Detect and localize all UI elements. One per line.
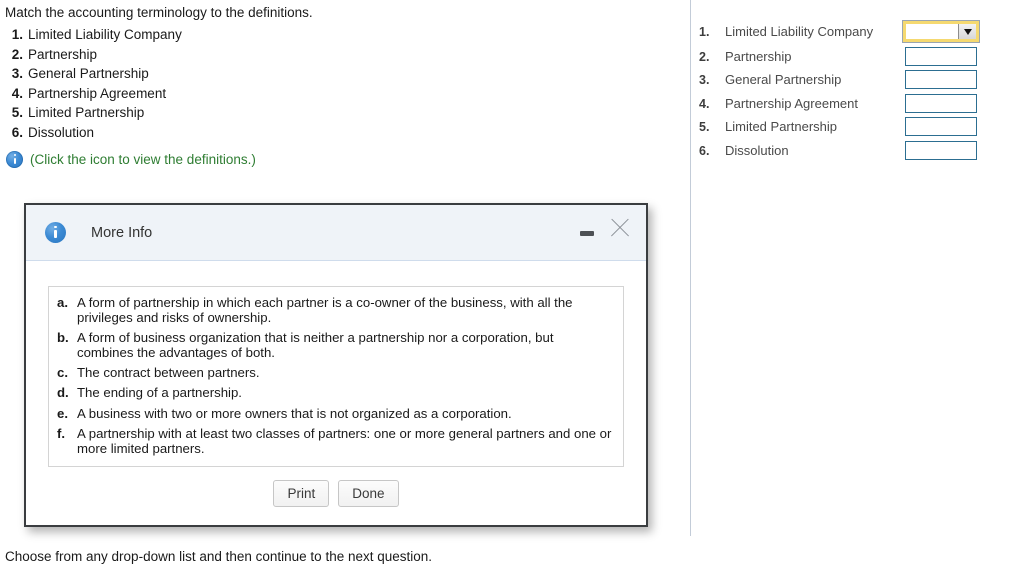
answer-number: 3. xyxy=(699,72,710,87)
definition-text: A business with two or more owners that … xyxy=(77,405,512,421)
chevron-down-icon[interactable] xyxy=(958,23,977,40)
answer-label: Partnership xyxy=(725,49,792,64)
info-icon[interactable] xyxy=(6,151,23,168)
term-label: Limited Partnership xyxy=(28,105,145,121)
info-icon xyxy=(45,222,66,243)
more-info-dialog: More Info a. A form of partnership in wh… xyxy=(24,203,648,527)
definition-text: The ending of a partnership. xyxy=(77,385,242,401)
definition-letter: b. xyxy=(57,330,69,346)
term-label: Dissolution xyxy=(28,124,95,140)
print-button[interactable]: Print xyxy=(273,480,330,507)
answer-panel: 1. Limited Liability Company 2. Partners… xyxy=(691,0,1024,561)
table-row: 2. Partnership xyxy=(691,45,1024,68)
term-number: 6. xyxy=(11,124,23,140)
definition-text: The contract between partners. xyxy=(77,365,260,381)
answer-dropdown-6[interactable] xyxy=(905,141,977,160)
list-item: f. A partnership with at least two class… xyxy=(57,426,613,457)
definition-text: A form of partnership in which each part… xyxy=(77,295,573,325)
answer-dropdown-2[interactable] xyxy=(905,47,977,66)
dialog-titlebar: More Info xyxy=(26,205,646,261)
table-row: 5. Limited Partnership xyxy=(691,115,1024,138)
list-item: b. A form of business organization that … xyxy=(57,330,613,361)
answer-label: Dissolution xyxy=(725,143,789,158)
term-number: 5. xyxy=(11,105,23,121)
definition-text: A partnership with at least two classes … xyxy=(77,426,612,456)
definitions-hint-label[interactable]: (Click the icon to view the definitions.… xyxy=(30,152,256,167)
table-row: 3. General Partnership xyxy=(691,68,1024,91)
answer-dropdown-5[interactable] xyxy=(905,117,977,136)
definition-letter: f. xyxy=(57,426,66,442)
definition-letter: a. xyxy=(57,295,68,310)
list-item: 5. Limited Partnership xyxy=(6,105,406,125)
minimize-icon[interactable] xyxy=(579,223,595,239)
answer-dropdown-3[interactable] xyxy=(905,70,977,89)
answer-number: 4. xyxy=(699,96,710,111)
definition-letter: e. xyxy=(57,405,68,421)
table-row: 1. Limited Liability Company xyxy=(691,20,1024,43)
list-item: e. A business with two or more owners th… xyxy=(57,405,613,422)
term-number: 1. xyxy=(11,27,23,42)
definition-letter: d. xyxy=(57,385,69,401)
list-item: c. The contract between partners. xyxy=(57,365,613,381)
answer-dropdown-1[interactable] xyxy=(902,20,980,43)
term-number: 3. xyxy=(11,66,23,82)
answer-label: Limited Liability Company xyxy=(725,24,874,39)
definitions-hint[interactable]: (Click the icon to view the definitions.… xyxy=(6,150,256,169)
question-prompt: Match the accounting terminology to the … xyxy=(5,5,313,20)
term-label: Partnership xyxy=(28,46,98,62)
term-label: General Partnership xyxy=(28,66,149,82)
answer-number: 6. xyxy=(699,143,710,158)
list-item: 4. Partnership Agreement xyxy=(6,86,406,106)
table-row: 4. Partnership Agreement xyxy=(691,92,1024,115)
list-item: 1. Limited Liability Company xyxy=(6,27,406,47)
list-item: d. The ending of a partnership. xyxy=(57,386,613,401)
close-icon[interactable] xyxy=(608,216,632,240)
answer-dropdown-4[interactable] xyxy=(905,94,977,113)
answer-label: Partnership Agreement xyxy=(725,96,858,111)
instruction-footer-text: Choose from any drop-down list and then … xyxy=(5,549,433,564)
definition-letter: c. xyxy=(57,365,68,381)
term-number: 4. xyxy=(11,85,23,101)
answer-label: General Partnership xyxy=(725,72,842,87)
answer-number: 5. xyxy=(699,119,710,134)
answer-number: 1. xyxy=(699,24,710,39)
answer-label: Limited Partnership xyxy=(725,119,837,134)
term-label: Limited Liability Company xyxy=(28,27,182,42)
dialog-title: More Info xyxy=(91,224,153,241)
definitions-list: a. A form of partnership in which each p… xyxy=(48,286,624,467)
terminology-list: 1. Limited Liability Company 2. Partners… xyxy=(6,27,406,145)
definition-text: A form of business organization that is … xyxy=(77,330,554,360)
term-label: Partnership Agreement xyxy=(28,85,167,101)
term-number: 2. xyxy=(11,46,23,62)
dialog-footer: Print Done xyxy=(26,480,646,507)
list-item: 3. General Partnership xyxy=(6,66,406,86)
done-button[interactable]: Done xyxy=(338,480,399,507)
answer-number: 2. xyxy=(699,49,710,64)
list-item: a. A form of partnership in which each p… xyxy=(57,295,613,326)
list-item: 2. Partnership xyxy=(6,47,406,67)
table-row: 6. Dissolution xyxy=(691,139,1024,162)
list-item: 6. Dissolution xyxy=(6,125,406,145)
